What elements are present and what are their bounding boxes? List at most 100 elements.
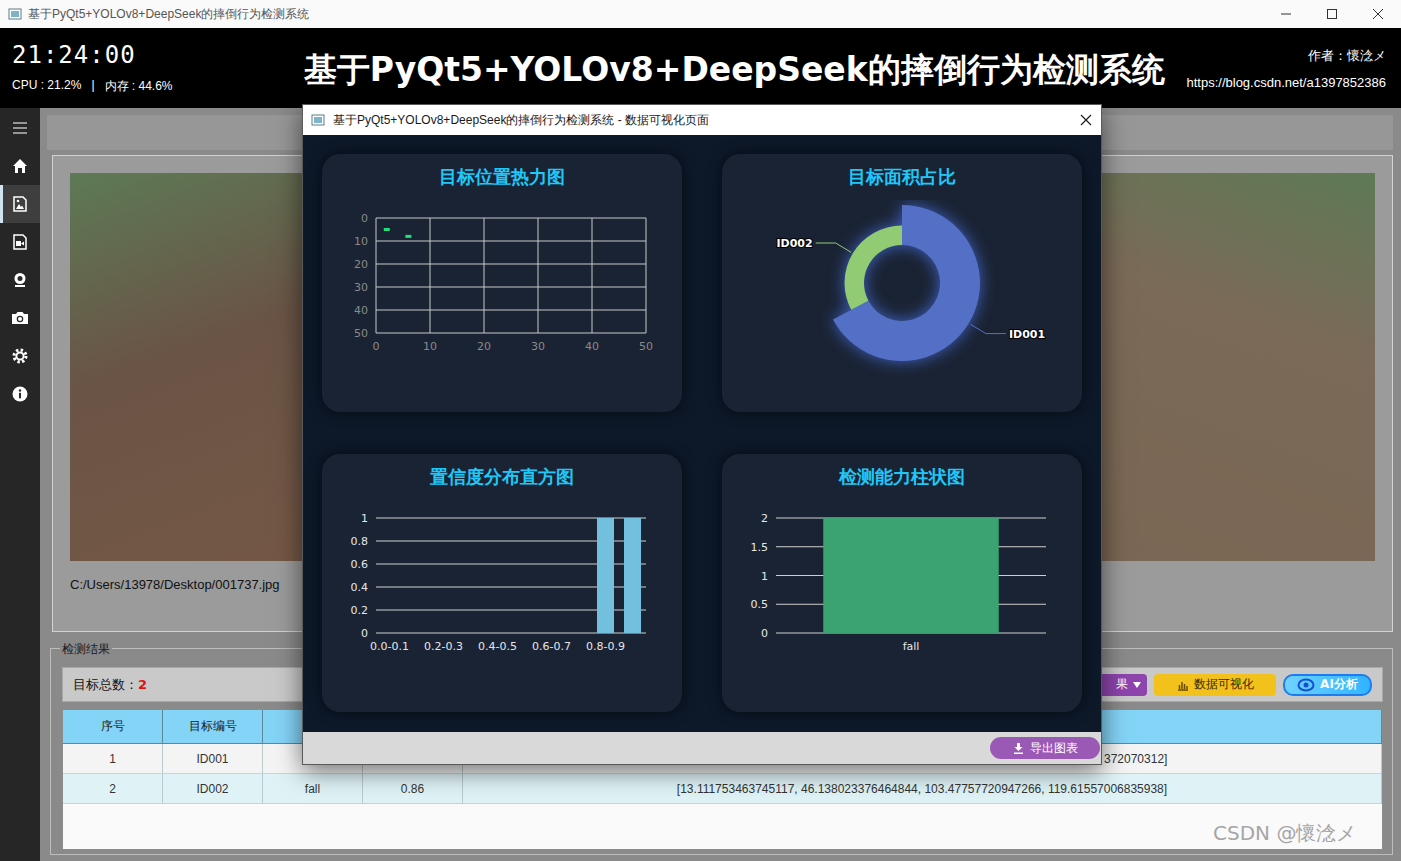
sidebar-item[interactable]	[0, 261, 40, 299]
cpu-usage: CPU : 21.2%	[12, 78, 81, 95]
sidebar-item[interactable]	[0, 109, 40, 147]
sidebar-item[interactable]	[0, 299, 40, 337]
svg-text:0.6: 0.6	[351, 558, 369, 571]
clock: 21:24:00	[12, 42, 282, 68]
histogram-bar	[543, 633, 560, 634]
svg-text:ID002: ID002	[776, 237, 812, 250]
svg-text:0.2-0.3: 0.2-0.3	[424, 640, 463, 653]
column-header: 序号	[63, 710, 163, 744]
maximize-icon	[1326, 8, 1338, 20]
svg-text:50: 50	[354, 327, 368, 340]
heatmap-chart: 0102030405001020304050	[322, 200, 682, 412]
sidebar-item[interactable]	[0, 147, 40, 185]
area-pie-chart: ID001 ID002	[722, 200, 1082, 412]
svg-text:30: 30	[531, 340, 545, 353]
svg-text:ID001: ID001	[1009, 328, 1045, 341]
svg-text:40: 40	[585, 340, 599, 353]
chart-icon	[1177, 679, 1189, 691]
close-icon	[1372, 8, 1384, 20]
ai-icon	[1297, 678, 1315, 692]
minimize-button[interactable]	[1263, 0, 1309, 28]
blog-link[interactable]: https://blog.csdn.net/a1397852386	[1187, 75, 1387, 90]
svg-text:0.2: 0.2	[351, 604, 369, 617]
app-window: 基于PyQt5+YOLOv8+DeepSeek的摔倒行为检测系统 21:24:00…	[0, 0, 1401, 861]
table-cell: 2	[63, 774, 163, 804]
system-stats: CPU : 21.2% | 内存 : 44.6%	[12, 78, 282, 95]
title-bar: 基于PyQt5+YOLOv8+DeepSeek的摔倒行为检测系统	[0, 0, 1401, 28]
svg-text:1: 1	[361, 512, 368, 525]
svg-text:0.8: 0.8	[351, 535, 369, 548]
svg-text:2: 2	[761, 512, 768, 525]
histogram-bar	[516, 633, 533, 634]
dialog-close-button[interactable]	[1071, 114, 1101, 126]
chart-button[interactable]: 数据可视化	[1154, 674, 1276, 696]
webcam-icon	[12, 272, 28, 288]
close-button[interactable]	[1355, 0, 1401, 28]
sidebar-item[interactable]	[0, 337, 40, 375]
svg-text:0: 0	[761, 627, 768, 640]
svg-text:30: 30	[354, 281, 368, 294]
table-row[interactable]: 2ID002fall0.86[13.111753463745117, 46.13…	[63, 774, 1382, 804]
results-title: 检测结果	[60, 641, 112, 657]
menu-icon	[12, 120, 28, 136]
svg-text:20: 20	[354, 258, 368, 271]
app-header: 21:24:00CPU : 21.2%|内存 : 44.6%基于PyQt5+YO…	[0, 28, 1401, 108]
svg-text:0.0-0.1: 0.0-0.1	[370, 640, 409, 653]
author: 作者：懷淰メ	[1308, 47, 1386, 65]
gear-icon	[12, 348, 28, 364]
svg-text:10: 10	[354, 235, 368, 248]
minimize-icon	[1280, 8, 1292, 20]
histogram-bar	[597, 518, 614, 633]
chart-title: 目标位置热力图	[322, 154, 682, 200]
chart-title: 检测能力柱状图	[722, 454, 1082, 500]
info-icon	[12, 386, 28, 402]
sidebar-item[interactable]	[0, 375, 40, 413]
pie-slice	[833, 205, 980, 361]
export-button[interactable]: 导出图表	[990, 737, 1100, 759]
histogram-bar	[408, 633, 425, 634]
heat-point	[384, 228, 390, 231]
area-pie-card: 目标面积占比ID001ID002	[722, 154, 1082, 412]
count-label: 目标总数：	[73, 676, 138, 694]
maximize-button[interactable]	[1309, 0, 1355, 28]
histogram-bar	[435, 633, 452, 634]
table-cell: 1	[63, 744, 163, 774]
svg-text:40: 40	[354, 304, 368, 317]
histogram-bar	[381, 633, 398, 634]
svg-text:0.4-0.5: 0.4-0.5	[478, 640, 517, 653]
svg-text:1.5: 1.5	[751, 541, 769, 554]
table-cell: [13.111753463745117, 46.138023376464844,…	[463, 774, 1382, 804]
watermark: CSDN @懷淰メ	[1213, 820, 1356, 847]
histogram-bar	[462, 633, 479, 634]
svg-text:0.6-0.7: 0.6-0.7	[532, 640, 571, 653]
svg-text:0: 0	[361, 627, 368, 640]
svg-text:0.8-0.9: 0.8-0.9	[586, 640, 625, 653]
video-icon	[12, 234, 28, 250]
app-icon	[8, 7, 22, 21]
home-icon	[12, 158, 28, 174]
histogram-bar	[489, 633, 506, 634]
download-icon	[1013, 743, 1024, 754]
column-header: 目标编号	[163, 710, 263, 744]
class-bar-chart: 00.511.52fall	[722, 500, 1082, 712]
chart-title: 置信度分布直方图	[322, 454, 682, 500]
table-cell: ID001	[163, 744, 263, 774]
class-bar	[823, 518, 999, 633]
histogram-bar	[624, 518, 641, 633]
sidebar-item[interactable]	[0, 223, 40, 261]
camera-icon	[11, 310, 29, 326]
confidence-histogram: 0 0.2 0.4 0.6 0.8 1 0.0-0.1 0.2-0.3 0.4-0.5 0.6-0…	[322, 500, 682, 712]
svg-text:20: 20	[477, 340, 491, 353]
svg-text:fall: fall	[903, 640, 920, 653]
sidebar	[0, 108, 40, 861]
svg-text:0.5: 0.5	[751, 598, 769, 611]
table-cell: fall	[263, 774, 363, 804]
sidebar-item[interactable]	[0, 185, 40, 223]
svg-text:0.4: 0.4	[351, 581, 369, 594]
ai-button[interactable]: AI分析	[1283, 674, 1372, 696]
separator: |	[91, 78, 94, 95]
caret-icon	[1133, 682, 1141, 688]
pie-slice	[845, 226, 902, 310]
memory-usage: 内存 : 44.6%	[105, 78, 173, 95]
svg-text:0: 0	[361, 212, 368, 225]
